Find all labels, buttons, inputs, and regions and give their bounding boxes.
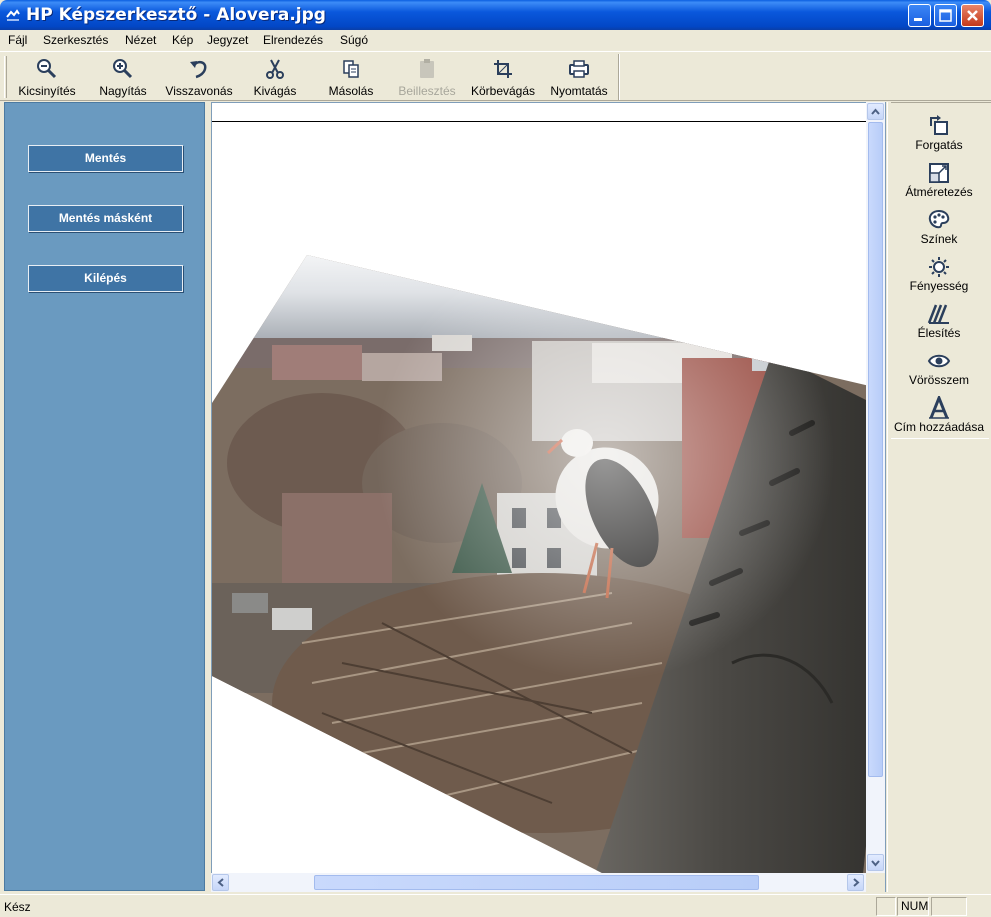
scroll-down-button[interactable]: [867, 854, 884, 871]
left-panel: Mentés Mentés másként Kilépés: [4, 102, 205, 891]
zoom-out-label: Kicsinyítés: [18, 84, 76, 98]
image-canvas[interactable]: [211, 102, 886, 892]
toolbar-separator: [618, 54, 620, 100]
copy-label: Másolás: [328, 84, 374, 98]
status-bar: Kész NUM: [0, 894, 991, 917]
scroll-up-button[interactable]: [867, 103, 884, 120]
maximize-button[interactable]: [934, 4, 957, 27]
toolbar-grip[interactable]: [4, 56, 7, 98]
zoom-out-icon: [37, 59, 57, 79]
brightness-tool[interactable]: Fényesség: [888, 253, 990, 299]
paste-button[interactable]: Beillesztés: [394, 54, 460, 100]
undo-icon: [190, 60, 207, 79]
menu-image[interactable]: Kép: [172, 33, 193, 47]
horizontal-scroll-thumb[interactable]: [314, 875, 759, 890]
app-icon: [6, 9, 20, 21]
scroll-left-button[interactable]: [212, 874, 229, 891]
brightness-label: Fényesség: [909, 279, 969, 293]
scissors-icon: [266, 59, 284, 79]
red-eye-tool[interactable]: Vörösszem: [888, 347, 990, 393]
title-bar: HP Képszerkesztő - Alovera.jpg: [0, 0, 991, 30]
photo[interactable]: [212, 103, 867, 873]
save-as-button[interactable]: Mentés másként: [28, 205, 183, 232]
close-button[interactable]: [961, 4, 984, 27]
sharpen-tool[interactable]: Élesítés: [888, 300, 990, 346]
colors-tool[interactable]: Színek: [888, 206, 990, 252]
sun-icon: [929, 257, 949, 277]
cut-label: Kivágás: [253, 84, 297, 98]
vertical-scrollbar[interactable]: [866, 102, 885, 873]
chevron-right-icon: [853, 878, 860, 887]
paste-label: Beillesztés: [398, 84, 456, 98]
zoom-in-button[interactable]: Nagyítás: [92, 54, 154, 100]
menu-help[interactable]: Súgó: [340, 33, 368, 47]
chevron-down-icon: [871, 860, 880, 867]
vertical-scroll-thumb[interactable]: [868, 122, 883, 777]
palette-icon: [928, 209, 950, 229]
scroll-right-button[interactable]: [847, 874, 864, 891]
resize-tool[interactable]: Átméretezés: [888, 159, 990, 205]
resize-label: Átméretezés: [905, 185, 973, 199]
cut-button[interactable]: Kivágás: [248, 54, 302, 100]
maximize-icon: [939, 9, 952, 22]
text-a-icon: [929, 396, 949, 419]
minimize-button[interactable]: [908, 4, 931, 27]
chevron-left-icon: [217, 878, 224, 887]
add-title-tool[interactable]: Cím hozzáadása: [888, 394, 990, 440]
menu-layout[interactable]: Elrendezés: [263, 33, 323, 47]
undo-label: Visszavonás: [165, 84, 233, 98]
paste-icon: [420, 59, 434, 78]
menu-bar: Fájl Szerkesztés Nézet Kép Jegyzet Elren…: [0, 30, 991, 51]
exit-button[interactable]: Kilépés: [28, 265, 183, 292]
minimize-icon: [914, 18, 922, 21]
right-panel: Forgatás Átméretezés Színek Fényesség Él…: [887, 102, 991, 892]
zoom-in-label: Nagyítás: [99, 84, 147, 98]
print-button[interactable]: Nyomtatás: [546, 54, 612, 100]
menu-edit[interactable]: Szerkesztés: [43, 33, 108, 47]
eye-icon: [927, 354, 951, 368]
num-lock-indicator: NUM: [897, 897, 929, 916]
rotate-tool[interactable]: Forgatás: [888, 112, 990, 158]
undo-button[interactable]: Visszavonás: [162, 54, 236, 100]
printer-icon: [569, 60, 589, 78]
rotate-icon: [930, 115, 948, 135]
sharpen-icon: [927, 304, 949, 324]
status-cell-empty: [876, 897, 896, 916]
copy-icon: [343, 60, 359, 78]
menu-note[interactable]: Jegyzet: [207, 33, 248, 47]
canvas-top-rule: [212, 121, 866, 122]
chevron-up-icon: [871, 108, 880, 115]
menu-view[interactable]: Nézet: [125, 33, 156, 47]
right-panel-divider: [891, 438, 989, 439]
horizontal-scrollbar[interactable]: [211, 873, 866, 892]
crop-button[interactable]: Körbevágás: [468, 54, 538, 100]
zoom-in-icon: [113, 59, 133, 79]
crop-label: Körbevágás: [470, 84, 536, 98]
save-button[interactable]: Mentés: [28, 145, 183, 172]
status-text: Kész: [4, 900, 31, 914]
zoom-out-button[interactable]: Kicsinyítés: [12, 54, 82, 100]
status-cell-scroll: [931, 897, 967, 916]
right-panel-top-rule: [891, 102, 991, 103]
toolbar: Kicsinyítés Nagyítás Visszavonás Kivágás: [0, 51, 991, 101]
rotate-label: Forgatás: [915, 138, 963, 152]
scrollbar-corner: [866, 873, 885, 892]
sharpen-label: Élesítés: [917, 326, 961, 340]
resize-icon: [929, 163, 949, 183]
add-title-label: Cím hozzáadása: [893, 420, 985, 434]
crop-icon: [494, 60, 512, 78]
photo-viewport: [212, 103, 867, 873]
close-icon: [967, 10, 978, 21]
menu-file[interactable]: Fájl: [8, 33, 27, 47]
colors-label: Színek: [920, 232, 958, 246]
window-title: HP Képszerkesztő - Alovera.jpg: [26, 5, 326, 25]
red-eye-label: Vörösszem: [908, 373, 970, 387]
print-label: Nyomtatás: [550, 84, 608, 98]
copy-button[interactable]: Másolás: [322, 54, 380, 100]
